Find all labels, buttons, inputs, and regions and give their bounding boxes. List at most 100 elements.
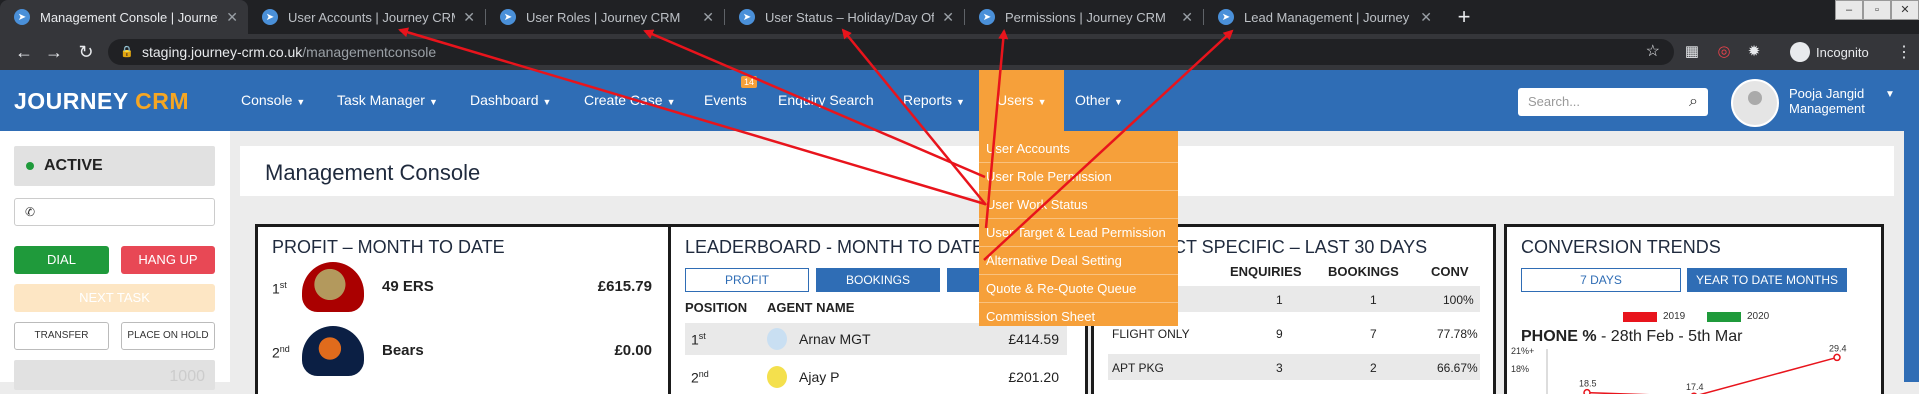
reload-icon[interactable]: ↻	[74, 40, 98, 64]
new-tab-button[interactable]: +	[1452, 6, 1476, 30]
legend-swatch	[1623, 311, 1657, 322]
lock-icon: 🔒	[120, 46, 134, 58]
agent-position: 1st	[691, 331, 706, 348]
incognito-label: Incognito	[1816, 44, 1869, 60]
site-favicon-icon: ➤	[1218, 9, 1234, 25]
close-tab-icon[interactable]: ✕	[702, 9, 714, 26]
nav-label: Console	[241, 92, 293, 108]
product-name: APT PKG	[1112, 361, 1164, 375]
browser-tab[interactable]: ➤ Permissions | Journey CRM ✕	[965, 0, 1203, 34]
tab-7-days[interactable]: 7 DAYS	[1521, 268, 1681, 292]
extension-icon[interactable]: ◎	[1714, 42, 1734, 62]
close-tab-icon[interactable]: ✕	[1420, 9, 1432, 26]
agent-name: Arnav MGT	[799, 331, 871, 347]
y-tick-label: 21%+	[1511, 346, 1534, 356]
window-close-icon[interactable]: ✕	[1891, 0, 1919, 20]
nav-label: Reports	[903, 92, 953, 108]
browser-tab[interactable]: ➤ User Roles | Journey CRM ✕	[486, 0, 724, 34]
nav-create-case[interactable]: Create Case ▼	[584, 92, 676, 108]
window-controls: – ▫ ✕	[1835, 0, 1919, 20]
menu-item-commission-sheet[interactable]: Commission Sheet	[979, 303, 1178, 331]
search-input[interactable]: Search... ⌕	[1518, 88, 1708, 116]
team-row: 1st 49 ERS £615.79	[272, 262, 652, 312]
next-task-button[interactable]: NEXT TASK	[14, 284, 215, 312]
tab-profit[interactable]: PROFIT	[685, 268, 809, 292]
menu-item-user-work-status[interactable]: User Work Status	[979, 191, 1178, 219]
minimize-icon[interactable]: –	[1835, 0, 1863, 20]
incognito-icon	[1790, 42, 1810, 62]
close-tab-icon[interactable]: ✕	[1181, 9, 1193, 26]
extension-icon[interactable]: ▦	[1682, 42, 1702, 62]
incognito-indicator[interactable]: Incognito	[1790, 42, 1869, 62]
site-favicon-icon: ➤	[500, 9, 516, 25]
chevron-down-icon: ▼	[666, 97, 676, 107]
nav-task-manager[interactable]: Task Manager ▼	[337, 92, 438, 108]
address-bar[interactable]: 🔒 staging.journey-crm.co.uk/managementco…	[108, 39, 1674, 65]
nav-other[interactable]: Other ▼	[1075, 92, 1123, 108]
data-label: 29.4	[1829, 344, 1847, 353]
legend-label: 2019	[1663, 311, 1686, 322]
bookings-value: 1	[1370, 293, 1377, 307]
browser-tab[interactable]: ➤ Management Console | Journey CRM ✕	[0, 0, 248, 34]
extension-gear-icon[interactable]: ✹	[1744, 42, 1764, 62]
phone-number-input[interactable]: ✆	[14, 198, 215, 226]
app-logo[interactable]: JOURNEY CRM	[14, 88, 189, 115]
chevron-down-icon: ▼	[428, 97, 438, 107]
bookmark-star-icon[interactable]: ☆	[1646, 39, 1660, 65]
browser-tab[interactable]: ➤ User Status – Holiday/Day Off | Journe…	[725, 0, 964, 34]
status-badge[interactable]: ACTIVE	[14, 146, 215, 186]
browser-menu-icon[interactable]: ⋮	[1896, 42, 1912, 62]
panel-title: CONVERSION TRENDS	[1521, 237, 1721, 257]
menu-item-alternative-deal-setting[interactable]: Alternative Deal Setting	[979, 247, 1178, 275]
events-count-badge: 14	[741, 76, 758, 88]
sidebar-footer: 1000	[14, 360, 215, 390]
chart-title-range: - 28th Feb - 5th Mar	[1596, 328, 1743, 345]
avatar[interactable]	[1731, 79, 1779, 127]
nav-users[interactable]: Users ▼	[979, 70, 1065, 131]
back-icon[interactable]: ←	[12, 40, 36, 64]
menu-item-user-role-permission[interactable]: User Role Permission	[979, 163, 1178, 191]
chevron-down-icon: ▼	[542, 97, 552, 107]
chevron-down-icon: ▼	[956, 97, 965, 107]
sidebar-footer-value: 1000	[169, 368, 205, 385]
maximize-icon[interactable]: ▫	[1863, 0, 1891, 20]
team-helmet-icon	[302, 262, 364, 312]
browser-tab[interactable]: ➤ User Accounts | Journey CRM ✕	[248, 0, 485, 34]
tab-title: Lead Management | Journey CRM	[1244, 9, 1412, 25]
browser-tab[interactable]: ➤ Lead Management | Journey CRM ✕	[1204, 0, 1442, 34]
transfer-button[interactable]: TRANSFER	[14, 322, 109, 350]
close-tab-icon[interactable]: ✕	[463, 9, 475, 26]
dial-button[interactable]: DIAL	[14, 246, 109, 274]
nav-reports[interactable]: Reports ▼	[903, 92, 965, 108]
nav-enquiry-search[interactable]: Enquiry Search	[778, 92, 874, 108]
close-tab-icon[interactable]: ✕	[226, 9, 238, 26]
bookings-value: 2	[1370, 361, 1377, 375]
tab-bookings[interactable]: BOOKINGS	[816, 268, 940, 292]
forward-icon[interactable]: →	[42, 40, 66, 64]
browser-toolbar: ← → ↻ 🔒 staging.journey-crm.co.uk/manage…	[0, 34, 1919, 70]
place-on-hold-button[interactable]: PLACE ON HOLD	[121, 322, 215, 350]
site-favicon-icon: ➤	[739, 9, 755, 25]
nav-events[interactable]: Events	[704, 92, 747, 108]
menu-item-user-target-lead-permission[interactable]: User Target & Lead Permission	[979, 219, 1178, 247]
menu-item-quote-requote-queue[interactable]: Quote & Re-Quote Queue	[979, 275, 1178, 303]
search-icon[interactable]: ⌕	[1689, 88, 1698, 116]
user-menu[interactable]: Pooja Jangid Management ▼	[1789, 86, 1895, 116]
nav-label: Other	[1075, 92, 1111, 108]
page-title: Management Console	[265, 160, 481, 185]
nav-console[interactable]: Console ▼	[241, 92, 305, 108]
nav-dashboard[interactable]: Dashboard ▼	[470, 92, 551, 108]
tab-title: User Status – Holiday/Day Off | Journey …	[765, 9, 935, 25]
data-label: 17.4	[1686, 382, 1704, 392]
tab-year-to-date-months[interactable]: YEAR TO DATE MONTHS	[1687, 268, 1847, 292]
series-2019-segment	[1699, 356, 1838, 394]
conversion-trends-panel: CONVERSION TRENDS 7 DAYS YEAR TO DATE MO…	[1504, 224, 1884, 394]
url-host: staging.journey-crm.co.uk	[142, 44, 303, 60]
menu-item-user-accounts[interactable]: User Accounts	[979, 135, 1178, 163]
hang-up-button[interactable]: HANG UP	[121, 246, 215, 274]
y-tick-label: 18%	[1511, 364, 1529, 374]
close-tab-icon[interactable]: ✕	[942, 9, 954, 26]
legend-item-2020: 2020	[1707, 311, 1769, 322]
enquiries-value: 9	[1276, 327, 1283, 341]
site-favicon-icon: ➤	[262, 9, 278, 25]
